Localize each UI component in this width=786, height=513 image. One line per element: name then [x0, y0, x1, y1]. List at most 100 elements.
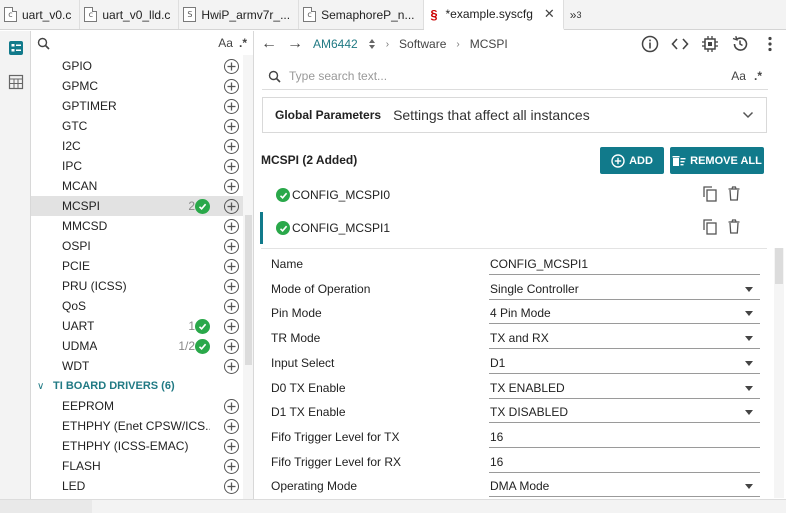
tab-hwip-armv7r[interactable]: S HwiP_armv7r_...: [179, 0, 300, 29]
add-circle-icon[interactable]: [224, 58, 239, 74]
tab-semaphorep[interactable]: c SemaphoreP_n...: [299, 0, 424, 29]
chip-icon[interactable]: [700, 34, 720, 54]
module-item-ethphy-enet-cpsw-ics[interactable]: ETHPHY (Enet CPSW/ICS...: [31, 416, 243, 436]
software-view-button[interactable]: [0, 31, 31, 65]
dropdown-arrow-icon[interactable]: [745, 410, 753, 416]
module-item-flash[interactable]: FLASH: [31, 456, 243, 476]
copy-icon[interactable]: [703, 218, 717, 238]
config-search-input[interactable]: [289, 69, 724, 83]
add-circle-icon[interactable]: [224, 318, 239, 334]
add-circle-icon[interactable]: [224, 138, 239, 154]
add-circle-icon[interactable]: [224, 418, 239, 434]
add-circle-icon[interactable]: [224, 398, 239, 414]
close-icon[interactable]: ✕: [544, 6, 555, 22]
add-circle-icon[interactable]: [224, 98, 239, 114]
add-circle-icon[interactable]: [224, 458, 239, 474]
module-item-gtc[interactable]: GTC: [31, 116, 243, 136]
forward-arrow-icon[interactable]: →: [287, 35, 303, 53]
copy-icon[interactable]: [703, 185, 717, 205]
scrollbar-thumb[interactable]: [245, 215, 252, 365]
add-circle-icon[interactable]: [224, 278, 239, 294]
dropdown-arrow-icon[interactable]: [745, 336, 753, 342]
add-instance-button[interactable]: ADD: [600, 147, 664, 174]
add-circle-icon[interactable]: [224, 338, 239, 354]
module-item-ospi[interactable]: OSPI: [31, 236, 243, 256]
add-circle-icon[interactable]: [224, 258, 239, 274]
chevron-down-icon[interactable]: [742, 111, 754, 119]
code-icon[interactable]: [670, 34, 690, 54]
module-item-mcan[interactable]: MCAN: [31, 176, 243, 196]
module-item-pcie[interactable]: PCIE: [31, 256, 243, 276]
regex-icon[interactable]: .*: [754, 69, 762, 83]
property-select[interactable]: D1: [490, 356, 505, 370]
add-circle-icon[interactable]: [224, 118, 239, 134]
module-search-bar[interactable]: Aa .*: [31, 31, 253, 55]
dropdown-arrow-icon[interactable]: [745, 484, 753, 490]
instance-row-config-mcspi1[interactable]: CONFIG_MCSPI1: [260, 212, 765, 244]
hardware-view-button[interactable]: [0, 65, 31, 99]
tab-uart-v0-c[interactable]: c uart_v0.c: [0, 0, 81, 29]
property-select[interactable]: 4 Pin Mode: [490, 306, 551, 320]
module-item-pru-icss[interactable]: PRU (ICSS): [31, 276, 243, 296]
properties-scrollbar[interactable]: [774, 248, 784, 498]
module-item-gpio[interactable]: GPIO: [31, 56, 243, 76]
property-input[interactable]: CONFIG_MCSPI1: [490, 257, 588, 271]
property-input[interactable]: 16: [490, 430, 503, 444]
info-icon[interactable]: [640, 34, 660, 54]
sort-updown-icon[interactable]: [368, 38, 376, 50]
module-list-scrollbar[interactable]: [243, 55, 253, 499]
module-group-ti-board-drivers[interactable]: ∨ TI BOARD DRIVERS (6): [31, 376, 243, 396]
property-select[interactable]: DMA Mode: [490, 479, 549, 493]
global-parameters-section[interactable]: Global Parameters Settings that affect a…: [262, 97, 767, 133]
property-select[interactable]: TX ENABLED: [490, 381, 565, 395]
dropdown-arrow-icon[interactable]: [745, 360, 753, 366]
tab-example-syscfg[interactable]: § *example.syscfg ✕: [423, 0, 564, 30]
module-item-mmcsd[interactable]: MMCSD: [31, 216, 243, 236]
module-item-wdt[interactable]: WDT: [31, 356, 243, 376]
add-circle-icon[interactable]: [224, 178, 239, 194]
device-selector[interactable]: AM6442: [313, 37, 358, 51]
history-icon[interactable]: [730, 34, 750, 54]
remove-all-button[interactable]: REMOVE ALL: [670, 147, 764, 174]
module-item-qos[interactable]: QoS: [31, 296, 243, 316]
back-arrow-icon[interactable]: ←: [261, 35, 277, 53]
match-case-icon[interactable]: Aa: [731, 69, 746, 83]
property-select[interactable]: TX and RX: [490, 331, 549, 345]
module-item-gpmc[interactable]: GPMC: [31, 76, 243, 96]
property-input[interactable]: 16: [490, 455, 503, 469]
trash-icon[interactable]: [728, 186, 740, 204]
module-item-led[interactable]: LED: [31, 476, 243, 496]
add-circle-icon[interactable]: [224, 358, 239, 374]
instance-row-config-mcspi0[interactable]: CONFIG_MCSPI0: [260, 179, 765, 211]
property-select[interactable]: TX DISABLED: [490, 405, 568, 419]
module-item-udma[interactable]: UDMA 1/2: [31, 336, 243, 356]
dropdown-arrow-icon[interactable]: [745, 311, 753, 317]
chevron-down-icon[interactable]: ∨: [37, 381, 44, 392]
breadcrumb-mcspi[interactable]: MCSPI: [470, 37, 508, 51]
add-circle-icon[interactable]: [224, 238, 239, 254]
breadcrumb-software[interactable]: Software: [399, 37, 446, 51]
add-circle-icon[interactable]: [224, 198, 239, 214]
module-item-ethphy-icss-emac[interactable]: ETHPHY (ICSS-EMAC): [31, 436, 243, 456]
module-item-gptimer[interactable]: GPTIMER: [31, 96, 243, 116]
module-item-mcspi[interactable]: MCSPI 2: [31, 196, 243, 216]
trash-icon[interactable]: [728, 219, 740, 237]
add-circle-icon[interactable]: [224, 298, 239, 314]
dropdown-arrow-icon[interactable]: [745, 286, 753, 292]
add-circle-icon[interactable]: [224, 78, 239, 94]
add-circle-icon[interactable]: [224, 158, 239, 174]
scrollbar-thumb[interactable]: [775, 248, 783, 284]
module-item-eeprom[interactable]: EEPROM: [31, 396, 243, 416]
regex-icon[interactable]: .*: [239, 36, 247, 50]
add-circle-icon[interactable]: [224, 438, 239, 454]
tab-overflow-button[interactable]: » 3: [564, 0, 588, 29]
module-item-ipc[interactable]: IPC: [31, 156, 243, 176]
more-vertical-icon[interactable]: [760, 34, 780, 54]
dropdown-arrow-icon[interactable]: [745, 385, 753, 391]
tab-uart-v0-lld-c[interactable]: c uart_v0_lld.c: [80, 0, 180, 29]
add-circle-icon[interactable]: [224, 218, 239, 234]
module-item-uart[interactable]: UART 1: [31, 316, 243, 336]
property-select[interactable]: Single Controller: [490, 282, 579, 296]
match-case-icon[interactable]: Aa: [218, 36, 233, 50]
add-circle-icon[interactable]: [224, 478, 239, 494]
